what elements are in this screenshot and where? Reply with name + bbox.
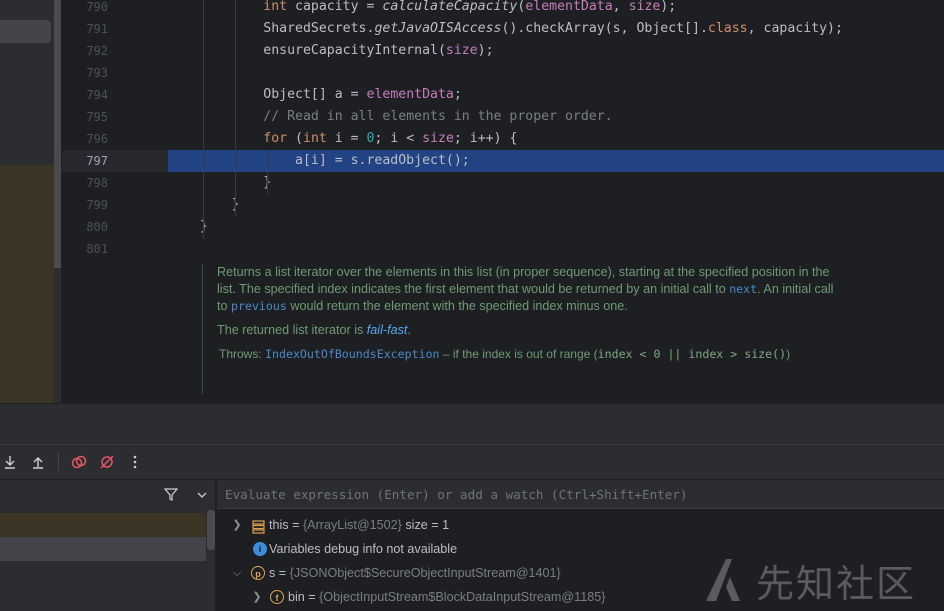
code-line[interactable]: 791 SharedSecrets.getJavaOISAccess().che… (62, 18, 944, 40)
line-number[interactable]: 801 (62, 238, 108, 260)
code-line[interactable]: 801 (62, 238, 944, 260)
line-number[interactable]: 793 (62, 62, 108, 84)
frame-item-selected[interactable] (0, 537, 206, 561)
doc-link-previous[interactable]: previous (231, 299, 287, 313)
code-line[interactable]: 795 // Read in all elements in the prope… (62, 106, 944, 128)
code-line[interactable]: 797 a[i] = s.readObject(); (62, 150, 944, 172)
code-line[interactable]: 798 } (62, 172, 944, 194)
line-number[interactable]: 799 (62, 194, 108, 216)
highlighted-region (0, 165, 54, 403)
mute-breakpoints-icon[interactable] (99, 454, 115, 470)
view-breakpoints-icon[interactable] (71, 454, 87, 470)
code-editor[interactable]: 790 int capacity = calculateCapacity(ele… (62, 0, 944, 403)
project-panel (0, 0, 62, 403)
line-number[interactable]: 796 (62, 128, 108, 150)
code-text[interactable]: ensureCapacityInternal(size); (168, 40, 944, 62)
line-number[interactable]: 792 (62, 40, 108, 62)
variable-row-this[interactable]: ❯ this = {ArrayList@1502} size = 1 (217, 513, 944, 537)
selected-tree-item[interactable] (0, 20, 51, 43)
code-line[interactable]: 800 } (62, 216, 944, 238)
chevron-right-icon[interactable]: ❯ (231, 513, 243, 537)
code-text[interactable]: // Read in all elements in the proper or… (168, 106, 944, 128)
debug-toolbar (0, 444, 944, 480)
frame-item[interactable] (0, 513, 206, 537)
code-line[interactable]: 792 ensureCapacityInternal(size); (62, 40, 944, 62)
chevron-right-icon[interactable]: ❯ (251, 585, 263, 609)
code-text[interactable]: SharedSecrets.getJavaOISAccess().checkAr… (168, 18, 944, 40)
filter-icon[interactable] (163, 487, 179, 506)
javadoc-rendered: Returns a list iterator over the element… (202, 264, 842, 394)
more-options-icon[interactable] (127, 454, 143, 470)
line-number[interactable]: 795 (62, 106, 108, 128)
doc-throws: Throws: IndexOutOfBoundsException – if t… (219, 347, 791, 361)
frames-scrollbar[interactable] (207, 510, 215, 550)
evaluate-expression-input[interactable]: Evaluate expression (Enter) or add a wat… (217, 480, 944, 509)
watermark: 先知社区 (700, 553, 916, 607)
code-text[interactable]: Object[] a = elementData; (168, 84, 944, 106)
code-text[interactable]: } (168, 172, 944, 194)
chevron-down-icon[interactable]: ⌵ (231, 561, 243, 585)
line-number[interactable]: 791 (62, 18, 108, 40)
code-line[interactable]: 799 } (62, 194, 944, 216)
code-text[interactable]: for (int i = 0; i < size; i++) { (168, 128, 944, 150)
code-line[interactable]: 796 for (int i = 0; i < size; i++) { (62, 128, 944, 150)
parameter-icon: p (251, 566, 265, 580)
code-text[interactable]: } (168, 216, 944, 238)
code-text[interactable]: } (168, 194, 944, 216)
field-icon: f (270, 590, 284, 604)
line-number[interactable]: 800 (62, 216, 108, 238)
watermark-text: 先知社区 (756, 561, 917, 606)
debug-tool-window-header (0, 403, 944, 444)
watermark-logo-icon (706, 559, 740, 601)
code-text[interactable]: int capacity = calculateCapacity(element… (168, 0, 944, 18)
code-text[interactable] (168, 238, 944, 260)
code-line[interactable]: 790 int capacity = calculateCapacity(ele… (62, 0, 944, 18)
line-number[interactable]: 797 (62, 150, 108, 172)
code-line[interactable]: 793 (62, 62, 944, 84)
info-icon: i (253, 542, 267, 556)
step-out-icon[interactable] (30, 454, 46, 470)
code-text[interactable] (168, 62, 944, 84)
frames-panel (0, 480, 216, 611)
chevron-down-icon[interactable] (196, 488, 208, 506)
doc-link-exception[interactable]: IndexOutOfBoundsException (265, 347, 440, 361)
step-into-icon[interactable] (2, 454, 18, 470)
code-line[interactable]: 794 Object[] a = elementData; (62, 84, 944, 106)
line-number[interactable]: 794 (62, 84, 108, 106)
doc-link-next[interactable]: next (729, 282, 757, 296)
line-number[interactable]: 798 (62, 172, 108, 194)
code-text[interactable]: a[i] = s.readObject(); (168, 150, 944, 172)
line-number[interactable]: 790 (62, 0, 108, 18)
doc-link-fail-fast[interactable]: fail-fast (367, 323, 408, 337)
